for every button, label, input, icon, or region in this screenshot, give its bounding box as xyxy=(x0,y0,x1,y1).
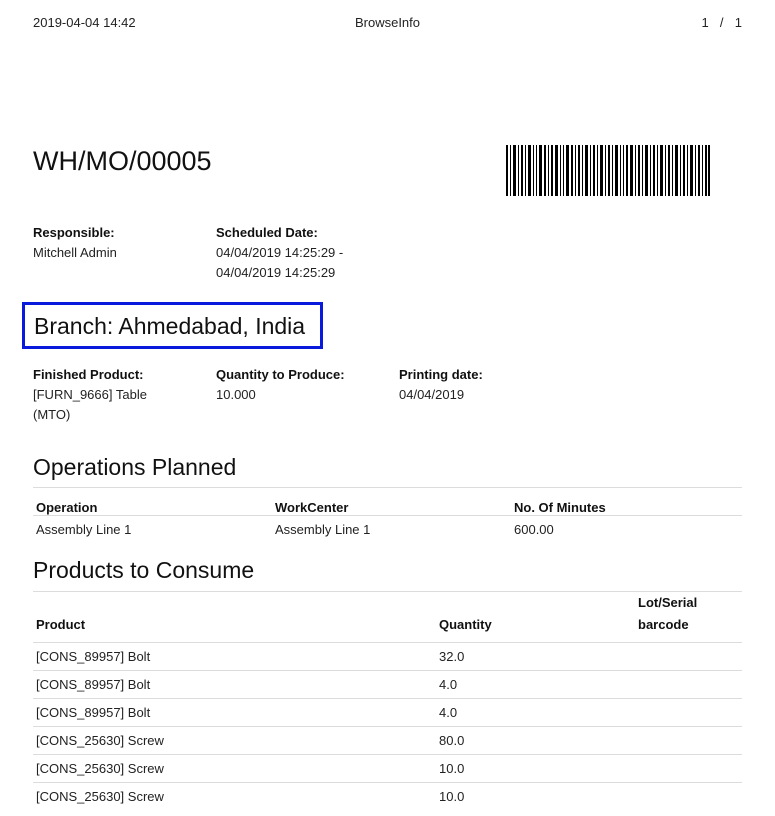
workcenter-cell: Assembly Line 1 xyxy=(275,522,371,538)
product-cell: [CONS_89957] Bolt xyxy=(36,649,151,664)
consume-header-row: Product Quantity Lot/Serial barcode xyxy=(33,591,742,643)
quantity-cell: 10.0 xyxy=(439,761,465,776)
scheduled-date-end: 04/04/2019 14:25:29 xyxy=(216,265,336,280)
product-cell: [CONS_25630] Screw xyxy=(36,789,164,805)
lot-cell xyxy=(635,643,742,671)
branch-highlight: Branch: Ahmedabad, India xyxy=(22,302,323,349)
consume-title: Products to Consume xyxy=(33,557,255,583)
lot-cell xyxy=(635,699,742,727)
responsible-value: Mitchell Admin xyxy=(33,245,117,260)
product-cell: [CONS_89957] Bolt xyxy=(36,705,151,720)
quantity-cell: 4.0 xyxy=(439,705,458,720)
table-row: Assembly Line 1 Assembly Line 1 600.00 xyxy=(33,515,742,544)
lot-cell xyxy=(635,727,742,755)
quantity-cell: 32.0 xyxy=(439,649,465,664)
scheduled-date-start: 04/04/2019 14:25:29 - xyxy=(216,245,344,260)
finished-product-label: Finished Product: xyxy=(33,367,144,382)
responsible-label: Responsible: xyxy=(33,225,115,240)
product-cell: [CONS_89957] Bolt xyxy=(36,677,151,692)
product-cell: [CONS_25630] Screw xyxy=(36,761,164,776)
lot-cell xyxy=(635,671,742,699)
minutes-cell: 600.00 xyxy=(514,522,554,538)
scheduled-date-label: Scheduled Date: xyxy=(216,225,318,240)
quantity-to-produce-value: 10.000 xyxy=(216,387,256,402)
table-row: [CONS_89957] Bolt 4.0 xyxy=(33,670,742,699)
quantity-cell: 10.0 xyxy=(439,789,465,805)
barcode-image xyxy=(506,145,710,196)
printing-date-value: 04/04/2019 xyxy=(399,387,465,402)
printing-date-label: Printing date: xyxy=(399,367,483,382)
operation-cell: Assembly Line 1 xyxy=(36,522,132,538)
document-reference: WH/MO/00005 xyxy=(33,146,212,176)
table-row: [CONS_89957] Bolt 32.0 xyxy=(33,642,742,671)
branch-text: Branch: Ahmedabad, India xyxy=(34,313,306,339)
column-header-lot-serial: Lot/Serial barcode xyxy=(638,595,698,632)
column-header-minutes: No. Of Minutes xyxy=(514,500,606,515)
column-header-product: Product xyxy=(36,617,86,632)
table-row: [CONS_25630] Screw 80.0 xyxy=(33,726,742,755)
finished-product-name: [FURN_9666] Table xyxy=(33,387,147,402)
finished-product-route: (MTO) xyxy=(33,407,71,422)
product-cell: [CONS_25630] Screw xyxy=(36,733,164,748)
quantity-to-produce-label: Quantity to Produce: xyxy=(216,367,345,382)
lot-cell xyxy=(635,783,742,811)
print-app-title: BrowseInfo xyxy=(354,15,421,30)
column-header-quantity: Quantity xyxy=(439,617,492,632)
column-header-operation: Operation xyxy=(36,500,98,515)
consume-table: Product Quantity Lot/Serial barcode [CON… xyxy=(33,591,742,811)
column-header-workcenter: WorkCenter xyxy=(275,500,349,515)
page-indicator: 1 / 1 xyxy=(701,15,742,30)
operations-title: Operations Planned xyxy=(33,454,237,480)
quantity-cell: 80.0 xyxy=(439,733,465,748)
table-row: [CONS_89957] Bolt 4.0 xyxy=(33,698,742,727)
operations-header-row: Operation WorkCenter No. Of Minutes xyxy=(33,487,742,516)
lot-cell xyxy=(635,755,742,783)
table-row: [CONS_25630] Screw 10.0 xyxy=(33,754,742,783)
table-row: [CONS_25630] Screw 10.0 xyxy=(33,782,742,811)
operations-table: Operation WorkCenter No. Of Minutes Asse… xyxy=(33,487,742,544)
quantity-cell: 4.0 xyxy=(439,677,458,692)
